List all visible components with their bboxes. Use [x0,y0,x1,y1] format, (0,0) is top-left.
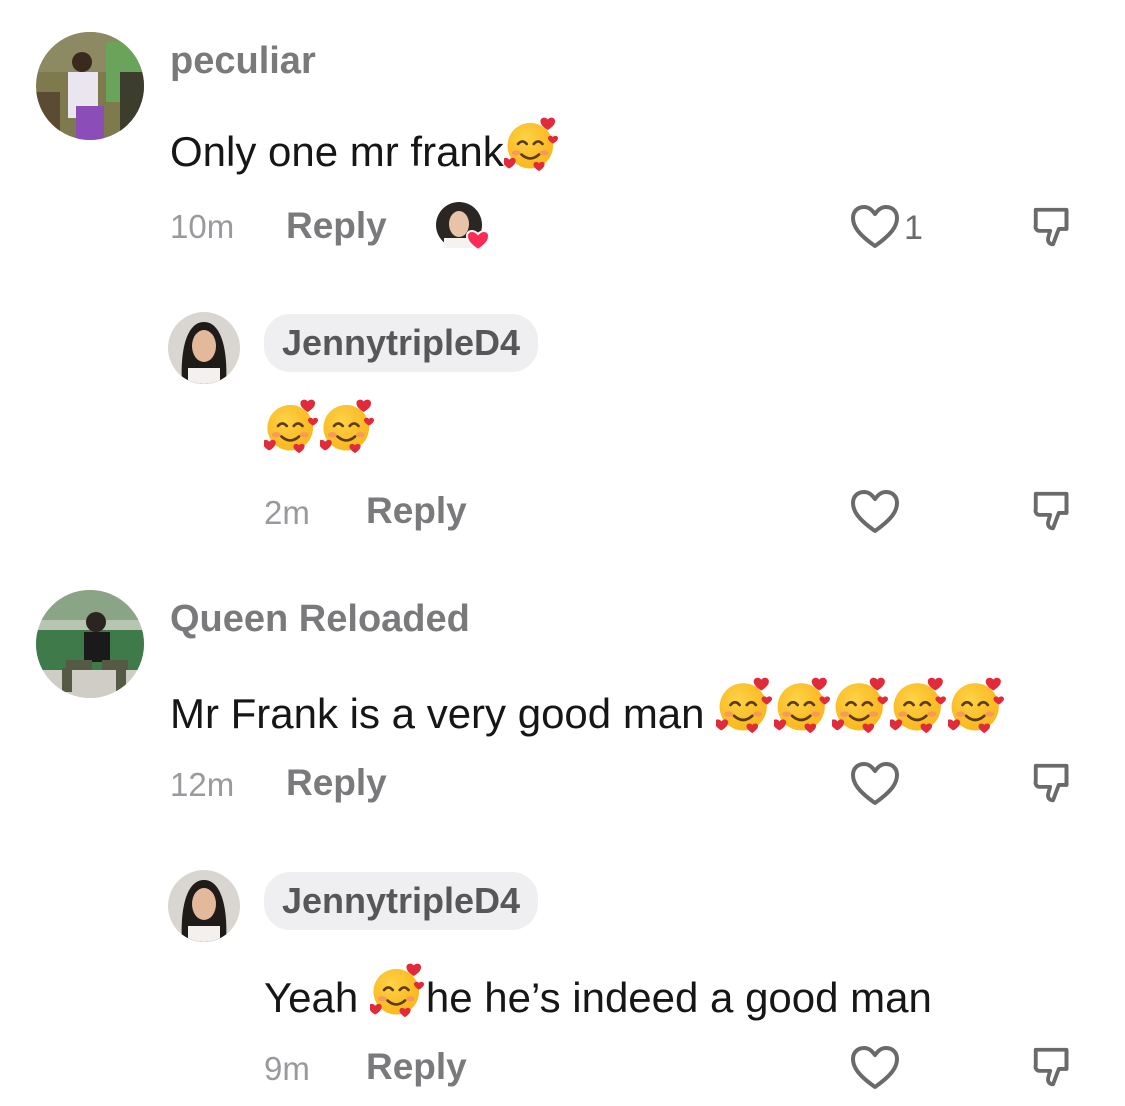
thumbs-down-icon [1030,488,1078,536]
like-button[interactable] [850,1044,900,1094]
dislike-button[interactable] [1030,760,1078,813]
username[interactable]: peculiar [170,40,316,83]
reply-item: JennytripleD4 2m Reply [0,300,1125,560]
reply-item: JennytripleD4 Yeah he he’s indeed a good… [0,858,1125,1106]
reply-button[interactable]: Reply [286,762,387,804]
thumbs-down-icon [1030,204,1078,252]
comment-text: Yeah he he’s indeed a good man [264,962,932,1022]
timestamp: 12m [170,766,235,803]
timestamp: 9m [264,1050,310,1087]
dislike-button[interactable] [1030,1044,1078,1097]
smiling-face-with-hearts-icon [774,676,832,734]
thumbs-down-icon [1030,760,1078,808]
like-count: 1 [904,208,923,247]
avatar[interactable] [36,590,144,698]
reply-button[interactable]: Reply [286,205,387,247]
reply-button[interactable]: Reply [366,1046,467,1088]
timestamp: 10m [170,208,235,245]
comment-text-content: Mr Frank is a very good man [170,690,717,737]
like-button[interactable]: 1 [850,203,923,253]
like-button[interactable] [850,760,900,810]
smiling-face-with-hearts-icon [264,398,320,454]
comment-text: Only one mr frank [170,116,560,176]
comment-item: peculiar Only one mr frank 10m Reply 1 [0,0,1125,280]
smiling-face-with-hearts-icon [504,116,560,172]
smiling-face-with-hearts-icon [948,676,1006,734]
smiling-face-with-hearts-icon [370,962,426,1018]
smiling-face-with-hearts-icon [320,398,376,454]
heart-outline-icon [850,488,900,538]
creator-liked-avatar [436,202,491,252]
smiling-face-with-hearts-icon [832,676,890,734]
thumbs-down-icon [1030,1044,1078,1092]
dislike-button[interactable] [1030,204,1078,257]
avatar[interactable] [168,312,240,384]
username[interactable]: Queen Reloaded [170,598,470,641]
comment-text: Mr Frank is a very good man [170,676,1006,738]
reply-button[interactable]: Reply [366,490,467,532]
like-button[interactable] [850,488,900,538]
dislike-button[interactable] [1030,488,1078,541]
comment-text-before: Yeah [264,974,370,1021]
comment-text-content: Only one mr frank [170,128,504,175]
comment-text [264,398,376,458]
heart-outline-icon [850,1044,900,1094]
comment-item: Queen Reloaded Mr Frank is a very good m… [0,580,1125,840]
avatar[interactable] [36,32,144,140]
username-creator[interactable]: JennytripleD4 [264,872,539,930]
timestamp: 2m [264,494,310,531]
comment-text-after: he he’s indeed a good man [425,974,932,1021]
heart-outline-icon [850,203,900,253]
heart-outline-icon [850,760,900,810]
avatar[interactable] [168,870,240,942]
username-creator[interactable]: JennytripleD4 [264,314,539,372]
smiling-face-with-hearts-icon [716,676,774,734]
smiling-face-with-hearts-icon [890,676,948,734]
